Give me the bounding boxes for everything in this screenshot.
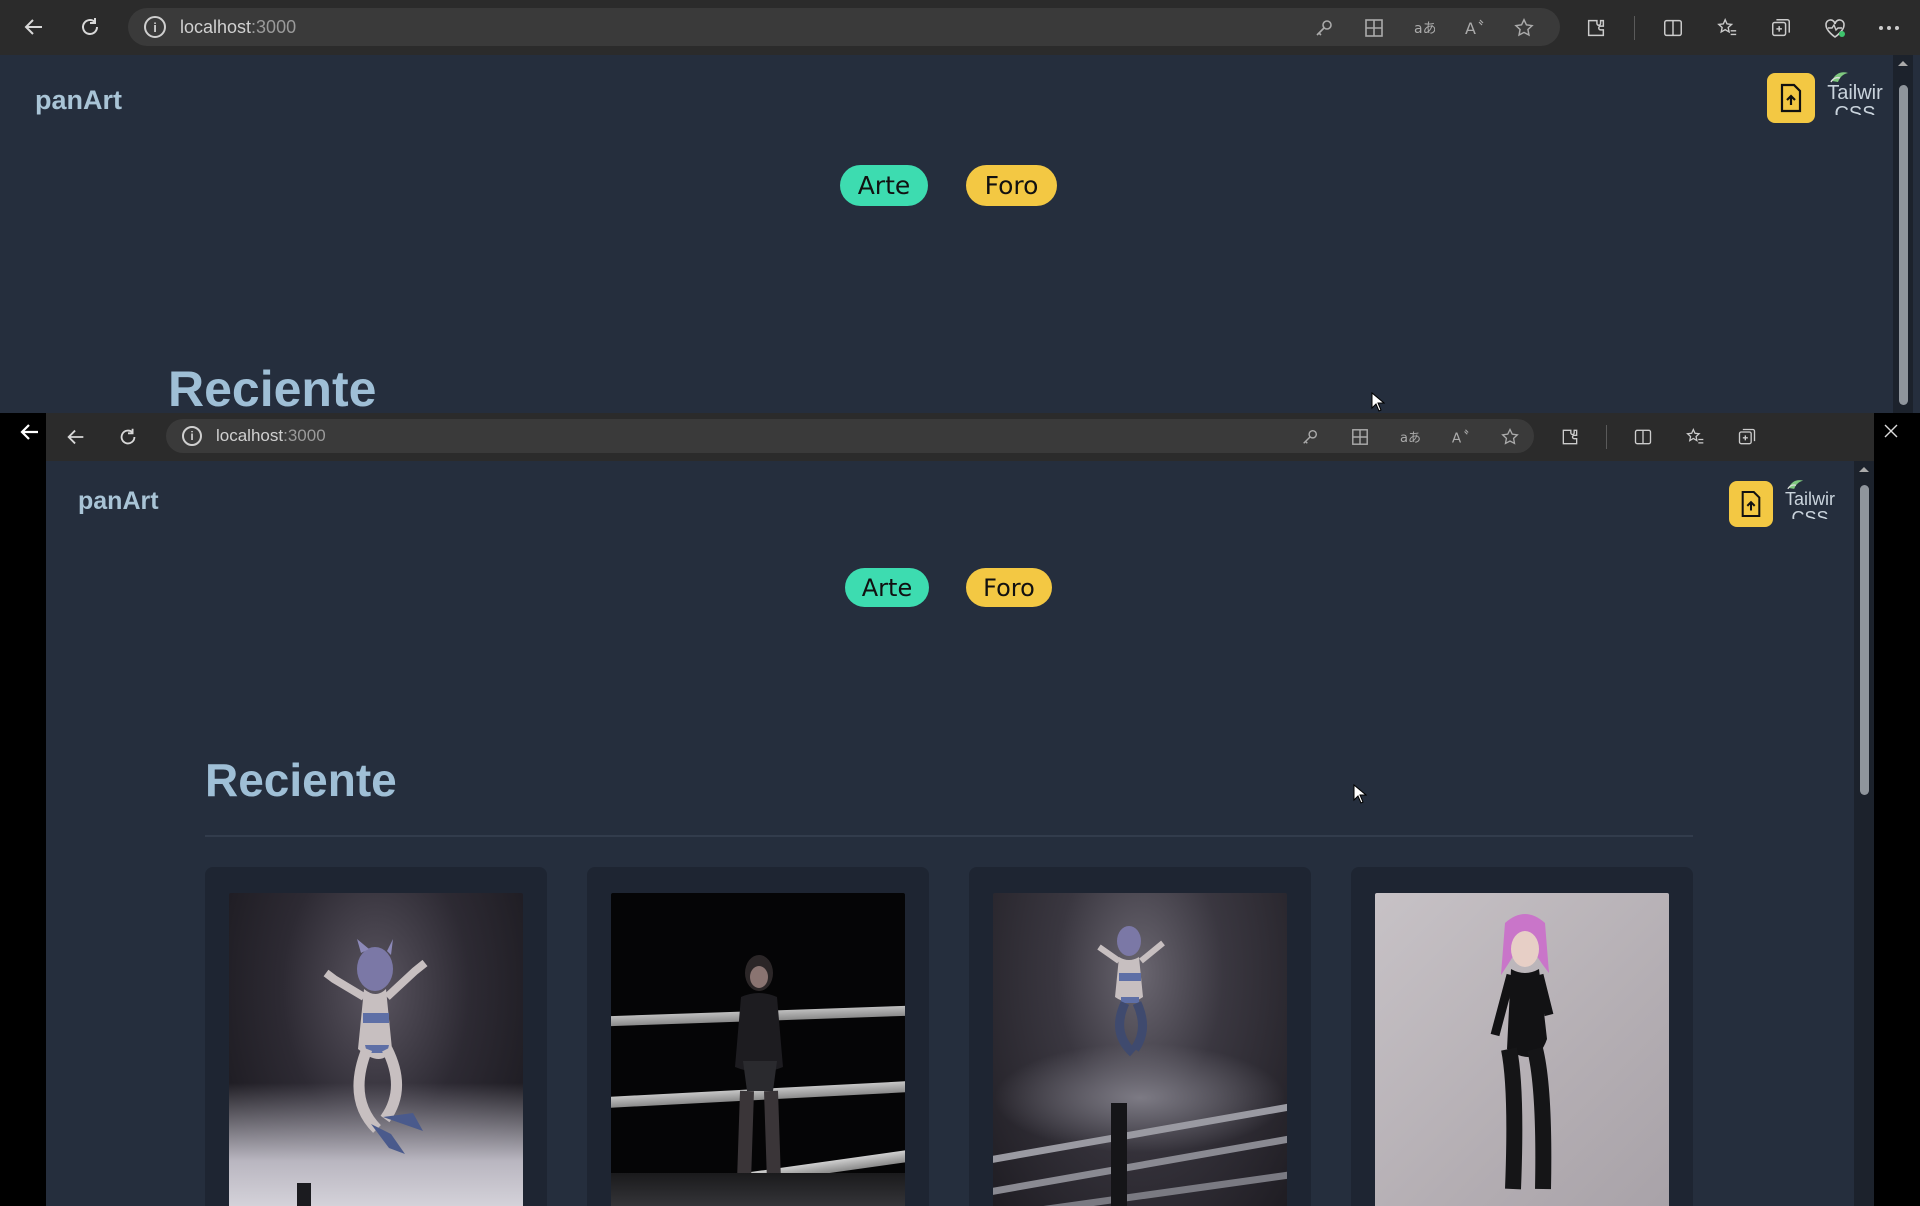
translate-icon[interactable]: aあ	[1394, 421, 1426, 453]
svg-text:aあ: aあ	[1400, 431, 1421, 446]
gallery-image-3[interactable]	[993, 893, 1287, 1206]
more-icon[interactable]	[1873, 12, 1905, 44]
tailwind-label-1: Tailwir	[1827, 82, 1883, 104]
apps-icon[interactable]	[1344, 421, 1376, 453]
svg-text:A: A	[1465, 19, 1476, 38]
file-upload-icon	[1741, 490, 1761, 518]
browser-window-back: i localhost:3000 aあ A panArt Arte Foro	[0, 0, 1920, 413]
cursor-icon	[1353, 784, 1367, 804]
nav-arte-button[interactable]: Arte	[840, 165, 928, 206]
scrollbar-thumb[interactable]	[1860, 485, 1869, 795]
gallery-card-4[interactable]	[1351, 867, 1693, 1206]
url-port: :3000	[251, 16, 297, 37]
heartbeat-icon[interactable]	[1819, 12, 1851, 44]
character-figure	[1490, 914, 1554, 1190]
file-upload-icon	[1780, 83, 1802, 113]
character-figure	[323, 939, 428, 1154]
character-figure	[735, 955, 783, 1206]
section-divider	[205, 835, 1693, 837]
tailwind-label-1: Tailwir	[1784, 489, 1835, 509]
collections-icon[interactable]	[1765, 12, 1797, 44]
page-viewport: panArt Arte Foro Tailwir CSS Reciente	[0, 55, 1920, 413]
toolbar-divider	[1634, 16, 1635, 40]
cursor-icon	[1371, 392, 1385, 412]
nav-foro-button[interactable]: Foro	[966, 568, 1052, 607]
browser-window-front: i localhost:3000 aあ A panArt Arte Foro T…	[46, 413, 1874, 1206]
tailwind-label-2: CSS	[1834, 104, 1876, 115]
gallery-image-2[interactable]	[611, 893, 905, 1206]
refresh-icon[interactable]	[70, 7, 110, 47]
scroll-up-icon[interactable]	[1854, 462, 1874, 476]
site-logo[interactable]: panArt	[78, 487, 159, 516]
svg-text:A: A	[1452, 430, 1462, 446]
scrollbar[interactable]	[1893, 55, 1913, 413]
tailwind-badge: Tailwir CSS	[1822, 69, 1888, 129]
split-screen-icon[interactable]	[1627, 421, 1659, 453]
favorite-star-icon[interactable]	[1508, 12, 1540, 44]
tailwind-label-2: CSS	[1791, 508, 1829, 519]
scrollbar-thumb[interactable]	[1899, 85, 1908, 405]
collections-icon[interactable]	[1731, 421, 1763, 453]
upload-button[interactable]	[1729, 481, 1773, 527]
info-icon[interactable]: i	[144, 16, 166, 38]
extensions-icon[interactable]	[1580, 12, 1612, 44]
url-port: :3000	[283, 426, 326, 445]
browser-toolbar: i localhost:3000 aあ A	[0, 0, 1920, 55]
site-logo[interactable]: panArt	[35, 85, 122, 116]
toolbar-divider	[1606, 425, 1607, 449]
split-screen-icon[interactable]	[1657, 12, 1689, 44]
nav-foro-button[interactable]: Foro	[966, 165, 1057, 206]
back-icon[interactable]	[14, 7, 54, 47]
favorite-star-icon[interactable]	[1494, 421, 1526, 453]
key-icon[interactable]	[1308, 12, 1340, 44]
section-heading: Reciente	[205, 754, 397, 806]
scrollbar[interactable]	[1854, 461, 1874, 1206]
url-host: localhost	[216, 426, 284, 445]
ring-floor	[611, 1173, 905, 1206]
gallery-card-2[interactable]	[587, 867, 929, 1206]
gallery-image-1[interactable]	[229, 893, 523, 1206]
browser-toolbar-front: i localhost:3000 aあ A	[46, 413, 1874, 461]
url-host: localhost	[180, 16, 252, 37]
page-viewport: panArt Arte Foro Tailwir CSS Reciente	[46, 461, 1874, 1206]
section-heading: Reciente	[168, 361, 377, 413]
nav-arte-button[interactable]: Arte	[845, 568, 929, 607]
upload-button[interactable]	[1767, 73, 1815, 123]
read-aloud-icon[interactable]: A	[1458, 12, 1490, 44]
ring-post	[297, 1183, 311, 1206]
gallery-image-4[interactable]	[1375, 893, 1669, 1206]
favorites-icon[interactable]	[1711, 12, 1743, 44]
tailwind-badge: Tailwir CSS	[1779, 477, 1841, 533]
gallery-card-3[interactable]	[969, 867, 1311, 1206]
gallery-card-1[interactable]	[205, 867, 547, 1206]
snap-back-icon[interactable]	[18, 420, 42, 444]
info-icon[interactable]: i	[182, 426, 202, 446]
scroll-up-icon[interactable]	[1893, 56, 1913, 70]
character-figure	[1097, 926, 1165, 1057]
back-icon[interactable]	[56, 417, 96, 457]
key-icon[interactable]	[1294, 421, 1326, 453]
apps-icon[interactable]	[1358, 12, 1390, 44]
svg-text:aあ: aあ	[1414, 21, 1435, 37]
ring-post	[1111, 1103, 1127, 1206]
translate-icon[interactable]: aあ	[1408, 12, 1440, 44]
extensions-icon[interactable]	[1554, 421, 1586, 453]
refresh-icon[interactable]	[108, 417, 148, 457]
favorites-icon[interactable]	[1679, 421, 1711, 453]
read-aloud-icon[interactable]: A	[1444, 421, 1476, 453]
